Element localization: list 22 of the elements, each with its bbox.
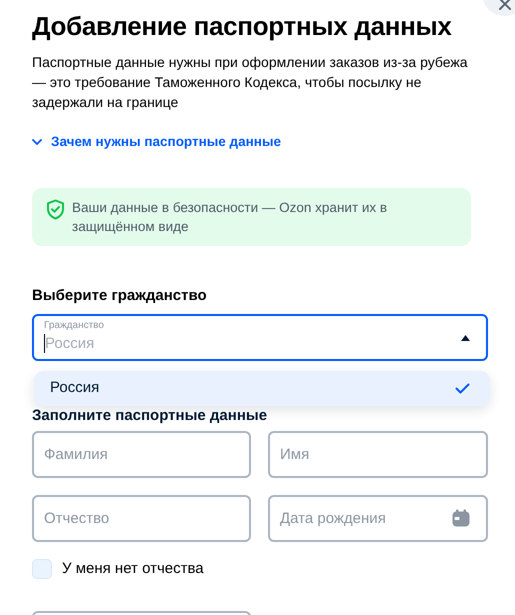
section-heading: Выберите гражданство [32, 287, 208, 305]
input-field[interactable]: Отчество [32, 495, 251, 542]
section-heading: Заполните паспортные данные [32, 407, 268, 425]
close-icon [499, 0, 511, 10]
description-text: Паспортные данные нужны при оформлении заказов из-за рубежа — это требование Таможенного Кодекса, чтобы посылку не задержали на границе [32, 53, 469, 112]
citizenship-select[interactable]: Гражданство Россия [32, 314, 488, 361]
chevron-icon [32, 139, 42, 145]
date-field[interactable]: Дата рождения [268, 495, 488, 542]
shield-check-icon [46, 199, 65, 220]
check-icon [455, 382, 470, 394]
text-cursor [44, 334, 45, 354]
security-note-text: Ваши данные в безопасности — Ozon хранит их в защищённом виде [72, 199, 388, 236]
input-field[interactable]: Имя [268, 431, 488, 478]
calendar-icon [452, 509, 470, 527]
info-link[interactable]: Зачем нужны паспортные данные [32, 132, 281, 152]
checkbox-label: У меня нет отчества [62, 559, 204, 579]
placeholder-text: Россия [45, 334, 94, 352]
field-label: Гражданство [44, 319, 105, 332]
dropdown-option[interactable]: Россия [34, 371, 490, 406]
checkbox[interactable] [32, 559, 52, 580]
page-title: Добавление паспортных данных [32, 10, 453, 43]
input-field[interactable]: Фамилия [32, 431, 251, 478]
